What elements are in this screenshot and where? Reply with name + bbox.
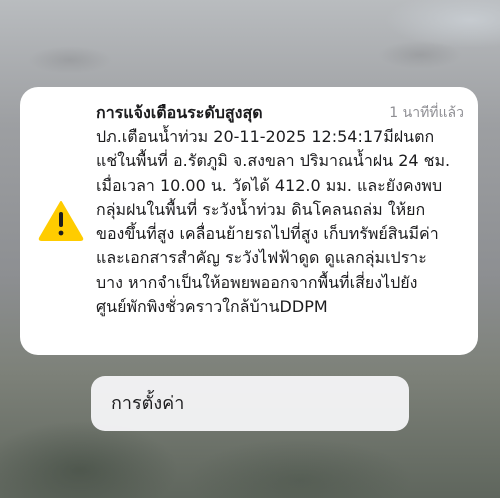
settings-button[interactable]: การตั้งค่า — [91, 376, 409, 431]
notification-body-line: บาง หากจำเป็นให้อพยพออกจากพื้นที่เสี่ยงไ… — [96, 272, 418, 292]
emergency-alert-notification[interactable]: การแจ้งเตือนระดับสูงสุด 1 นาทีที่แล้ว ปภ… — [20, 87, 478, 355]
notification-body-line: ของขึ้นที่สูง เคลื่อนย้ายรถไปที่สูง เก็บ… — [96, 224, 439, 244]
notification-timestamp: 1 นาทีที่แล้ว — [389, 105, 464, 121]
notification-body-line: ปภ.เตือนน้ำท่วม 20-11-2025 12:54:17มีฝนต… — [96, 127, 435, 146]
notification-body-line: และเอกสารสำคัญ ระวังไฟฟ้าดูด ดูแลกลุ่มเป… — [96, 248, 427, 268]
notification-body-line: แช่ในพื้นที่ อ.รัตภูมิ จ.สงขลา ปริมาณน้ำ… — [96, 151, 451, 171]
notification-body: ปภ.เตือนน้ำท่วม 20-11-2025 12:54:17มีฝนต… — [96, 125, 468, 319]
warning-triangle-icon — [38, 201, 84, 241]
notification-body-line: ศูนย์พักพิงชั่วคราวใกล้บ้านDDPM — [96, 297, 328, 317]
settings-button-label: การตั้งค่า — [111, 393, 185, 414]
notification-body-line: กลุ่มฝนในพื้นที่ ระวังน้ำท่วม ดินโคลนถล่… — [96, 199, 426, 219]
notification-title: การแจ้งเตือนระดับสูงสุด — [96, 103, 263, 122]
notification-body-line: เมื่อเวลา 10.00 น. วัดได้ 412.0 มม. และย… — [96, 175, 443, 195]
